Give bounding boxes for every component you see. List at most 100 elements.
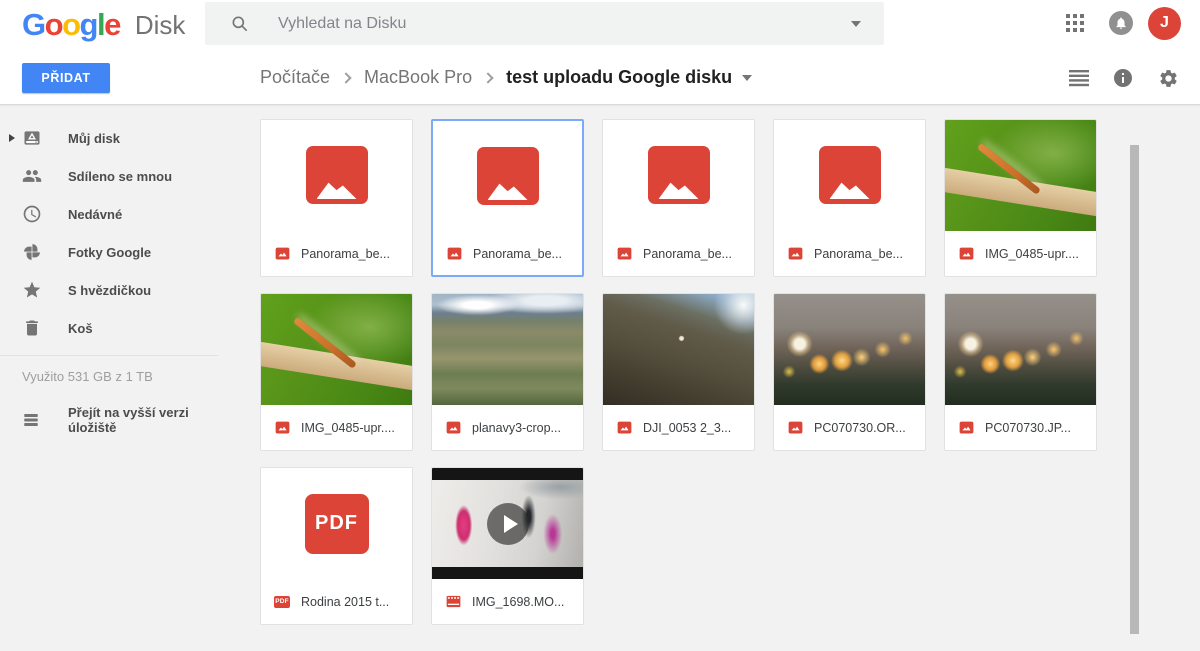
- image-file-icon: [787, 420, 803, 435]
- gear-icon[interactable]: [1158, 68, 1179, 89]
- file-thumbnail: [432, 468, 583, 579]
- file-name: DJI_0053 2_3...: [643, 421, 731, 435]
- file-thumbnail: [432, 294, 583, 405]
- sidebar: Můj disk Sdíleno se mnou Nedávné: [0, 106, 240, 651]
- clock-icon: [22, 204, 42, 224]
- image-file-icon: [958, 420, 974, 435]
- file-name: planavy3-crop...: [472, 421, 561, 435]
- my-drive-icon: [22, 128, 42, 148]
- sidebar-item-recent[interactable]: Nedávné: [0, 195, 240, 233]
- expand-arrow-icon[interactable]: [9, 134, 15, 142]
- google-logo-letter: o: [45, 7, 62, 42]
- file-card-footer: planavy3-crop...: [432, 405, 583, 450]
- search-input[interactable]: [278, 15, 851, 33]
- file-card[interactable]: PC070730.JP...: [944, 293, 1097, 451]
- sidebar-divider: [0, 355, 218, 356]
- file-card-footer: PDF Rodina 2015 t...: [261, 579, 412, 624]
- file-card[interactable]: PDF PDF Rodina 2015 t...: [260, 467, 413, 625]
- trash-icon: [22, 318, 42, 338]
- file-card-footer: Panorama_be...: [774, 231, 925, 276]
- file-thumbnail: [603, 294, 754, 405]
- chevron-right-icon: [340, 72, 351, 83]
- image-file-icon: [616, 420, 632, 435]
- breadcrumb-computers[interactable]: Počítače: [260, 67, 330, 88]
- file-thumbnail: [945, 294, 1096, 405]
- header-actions: J: [1066, 5, 1181, 41]
- file-card[interactable]: IMG_1698.MO...: [431, 467, 584, 625]
- file-name: Panorama_be...: [301, 247, 390, 261]
- breadcrumb-current-folder[interactable]: test uploadu Google disku: [506, 67, 732, 88]
- file-card-footer: DJI_0053 2_3...: [603, 405, 754, 450]
- list-view-icon[interactable]: [1069, 69, 1089, 87]
- google-logo-letter: e: [104, 7, 120, 42]
- folder-menu-caret-icon[interactable]: [742, 75, 752, 81]
- file-thumbnail: [774, 294, 925, 405]
- scrollbar-thumb[interactable]: [1130, 145, 1139, 634]
- header: Google Disk J PŘIDAT Počítače MacBook Pr…: [0, 0, 1200, 105]
- file-card[interactable]: IMG_0485-upr....: [260, 293, 413, 451]
- sidebar-item-shared-with-me[interactable]: Sdíleno se mnou: [0, 157, 240, 195]
- file-grid: Panorama_be... Panorama_be... Panorama_b…: [260, 119, 1106, 625]
- star-icon: [22, 280, 42, 300]
- google-drive-logo[interactable]: Google Disk: [22, 4, 185, 46]
- file-card[interactable]: Panorama_be...: [602, 119, 755, 277]
- file-card-footer: PC070730.JP...: [945, 405, 1096, 450]
- sidebar-item-trash[interactable]: Koš: [0, 309, 240, 347]
- apps-grid-icon[interactable]: [1066, 14, 1084, 32]
- google-logo-letter: l: [97, 7, 104, 42]
- sidebar-item-google-photos[interactable]: Fotky Google: [0, 233, 240, 271]
- search-icon[interactable]: [230, 14, 250, 34]
- image-file-icon: [958, 246, 974, 261]
- file-thumbnail: [261, 120, 412, 231]
- google-logo-letter: G: [22, 7, 45, 42]
- file-card-footer: Panorama_be...: [603, 231, 754, 276]
- search-options-caret-icon[interactable]: [851, 21, 861, 27]
- image-file-icon: [274, 420, 290, 435]
- file-card-footer: IMG_1698.MO...: [432, 579, 583, 624]
- file-card[interactable]: IMG_0485-upr....: [944, 119, 1097, 277]
- file-thumbnail: [774, 120, 925, 231]
- info-icon[interactable]: [1114, 69, 1132, 87]
- file-card-footer: PC070730.OR...: [774, 405, 925, 450]
- file-name: Rodina 2015 t...: [301, 595, 389, 609]
- file-thumbnail: [433, 121, 582, 232]
- storage-usage-text: Využito 531 GB z 1 TB: [22, 369, 240, 384]
- file-thumbnail: PDF: [261, 468, 412, 579]
- view-actions: [1069, 63, 1179, 93]
- file-name: Panorama_be...: [643, 247, 732, 261]
- google-logo-letter: g: [80, 7, 97, 42]
- file-name: IMG_0485-upr....: [985, 247, 1079, 261]
- chevron-right-icon: [482, 72, 493, 83]
- sidebar-item-starred[interactable]: S hvězdičkou: [0, 271, 240, 309]
- upgrade-storage-item[interactable]: Přejít na vyšší verzi úložiště: [0, 405, 240, 435]
- add-button[interactable]: PŘIDAT: [22, 63, 110, 93]
- file-card[interactable]: Panorama_be...: [431, 119, 584, 277]
- google-logo-letter: o: [62, 7, 79, 42]
- file-name: IMG_0485-upr....: [301, 421, 395, 435]
- sidebar-item-my-drive[interactable]: Můj disk: [0, 119, 240, 157]
- notifications-bell-icon[interactable]: [1109, 11, 1133, 35]
- file-card[interactable]: DJI_0053 2_3...: [602, 293, 755, 451]
- file-name: PC070730.OR...: [814, 421, 906, 435]
- upgrade-storage-label: Přejít na vyšší verzi úložiště: [68, 405, 240, 435]
- file-name: PC070730.JP...: [985, 421, 1071, 435]
- video-file-icon: [445, 594, 461, 609]
- file-thumbnail: [603, 120, 754, 231]
- file-card-footer: Panorama_be...: [433, 232, 582, 275]
- file-card[interactable]: Panorama_be...: [773, 119, 926, 277]
- file-card[interactable]: PC070730.OR...: [773, 293, 926, 451]
- play-icon: [487, 503, 529, 545]
- file-card[interactable]: Panorama_be...: [260, 119, 413, 277]
- storage-stack-icon: [22, 411, 40, 429]
- file-thumbnail: [261, 294, 412, 405]
- file-name: IMG_1698.MO...: [472, 595, 564, 609]
- pdf-icon: PDF: [305, 494, 369, 554]
- file-card[interactable]: planavy3-crop...: [431, 293, 584, 451]
- breadcrumb: Počítače MacBook Pro test uploadu Google…: [260, 67, 752, 88]
- image-file-icon: [616, 246, 632, 261]
- file-name: Panorama_be...: [473, 247, 562, 261]
- search-bar[interactable]: [205, 2, 884, 45]
- avatar[interactable]: J: [1148, 7, 1181, 40]
- file-thumbnail: [945, 120, 1096, 231]
- breadcrumb-macbook-pro[interactable]: MacBook Pro: [364, 67, 472, 88]
